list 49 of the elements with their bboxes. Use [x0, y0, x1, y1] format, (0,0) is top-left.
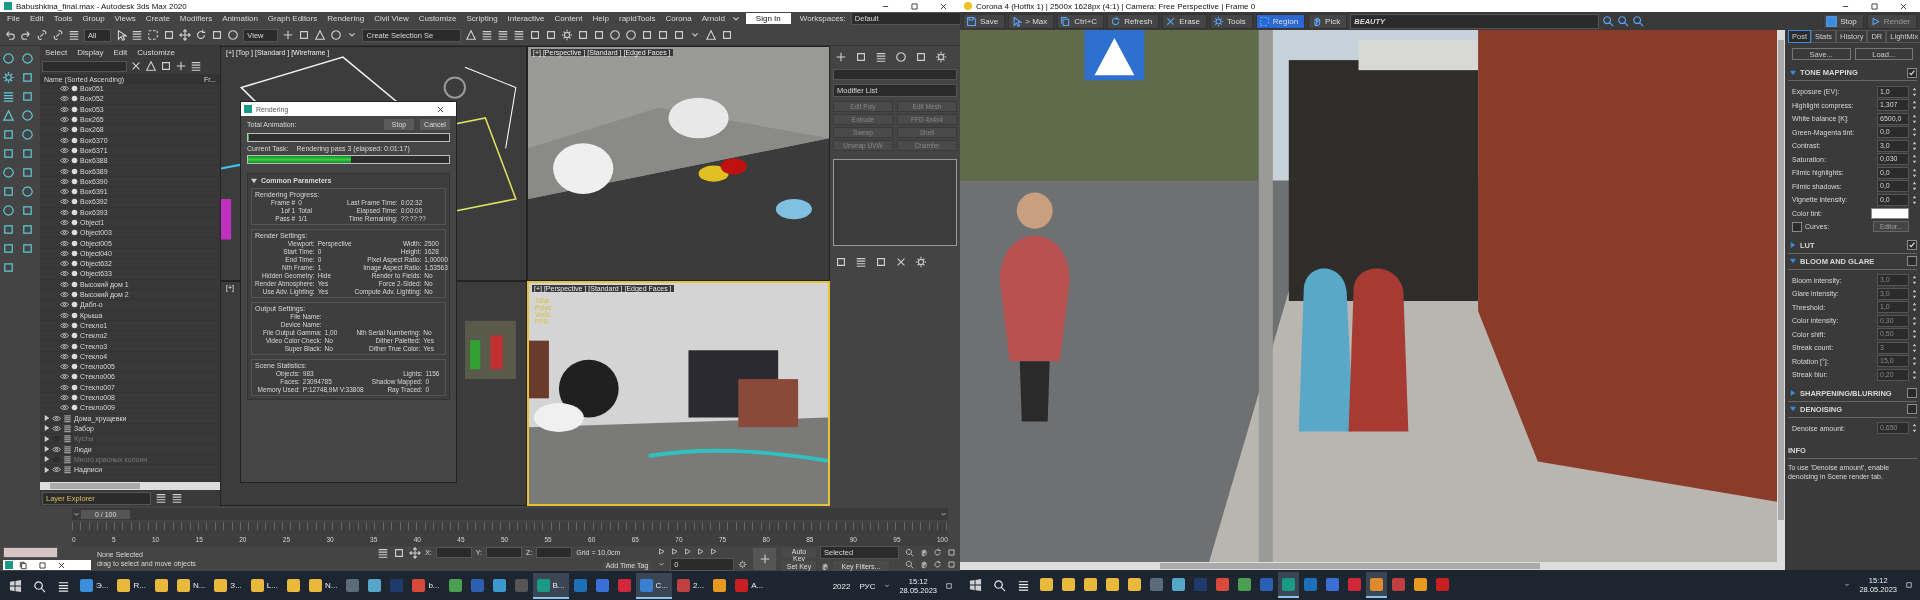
window-title: Babushkina_final.max - Autodesk 3ds Max 2020 [16, 1, 187, 11]
menu-item[interactable]: rapidTools [614, 14, 661, 23]
taskbar-app[interactable]: З... [210, 573, 246, 599]
menu-item[interactable]: File [2, 14, 25, 23]
menu-item[interactable]: Modifiers [174, 14, 218, 23]
menu-item[interactable]: Rendering [322, 14, 370, 23]
menu-item[interactable]: Interactive [502, 14, 550, 23]
menu-item[interactable]: Help [587, 14, 614, 23]
toolbar-button[interactable]: Tools [1210, 13, 1253, 29]
tray-text: РУС [858, 581, 877, 591]
menu-item[interactable]: Graph Editors [262, 14, 323, 23]
menu-item[interactable]: Content [549, 14, 588, 23]
taskbar-app[interactable]: R... [113, 573, 150, 599]
toolbar-button[interactable]: Pick [1308, 13, 1348, 29]
taskbar-app[interactable]: N... [172, 573, 210, 599]
taskbar-app[interactable]: A... [731, 573, 768, 599]
explorer-menu-item[interactable]: Customize [132, 47, 181, 57]
menu-item[interactable]: Customize [413, 14, 462, 23]
toolbar-button[interactable]: Refresh [1107, 13, 1160, 29]
toolbar-button[interactable]: Ctrl+C [1057, 13, 1105, 29]
explorer-menu-item[interactable]: Display [72, 47, 109, 57]
menu-item[interactable]: Tools [48, 14, 78, 23]
sign-in-button[interactable]: Sign In [745, 13, 791, 24]
taskbar-app[interactable]: C... [635, 573, 672, 599]
taskbar-app[interactable]: b... [408, 573, 444, 599]
window-title: Corona 4 (Hotfix 1) | 2500x 1628px (4:1) | Camera: Free Perspective | Frame 0 [976, 1, 1256, 11]
explorer-menu-item[interactable]: Select [40, 47, 73, 57]
explorer-menu-item[interactable]: Edit [108, 47, 133, 57]
toolbar-button[interactable]: > Max [1008, 13, 1055, 29]
stop-button[interactable]: Stop [1823, 13, 1864, 29]
taskbar-app[interactable]: N... [304, 573, 342, 599]
toolbar-button[interactable]: Save [963, 13, 1006, 29]
toolbar-button[interactable]: Erase [1162, 13, 1208, 29]
workspace-label: Workspaces: [798, 14, 847, 23]
tray-text: 2022 [831, 581, 852, 591]
menu-item[interactable]: Arnold [696, 14, 730, 23]
taskbar-app[interactable]: 2... [673, 573, 709, 599]
menu-item[interactable]: Civil View [369, 14, 414, 23]
menu-item[interactable]: Corona [660, 14, 697, 23]
toolbar-button[interactable]: Region [1255, 13, 1306, 29]
menu-item[interactable]: Group [77, 14, 110, 23]
taskbar-app[interactable]: Э... [76, 573, 113, 599]
taskbar-app[interactable]: B... [532, 573, 569, 599]
menu-item[interactable]: Create [140, 14, 175, 23]
menu-item[interactable]: Scripting [461, 14, 503, 23]
taskbar-app[interactable]: L... [246, 573, 282, 599]
menu-item[interactable]: Edit [24, 14, 49, 23]
menu-item[interactable]: Animation [217, 14, 263, 23]
menu-item[interactable]: Views [109, 14, 141, 23]
